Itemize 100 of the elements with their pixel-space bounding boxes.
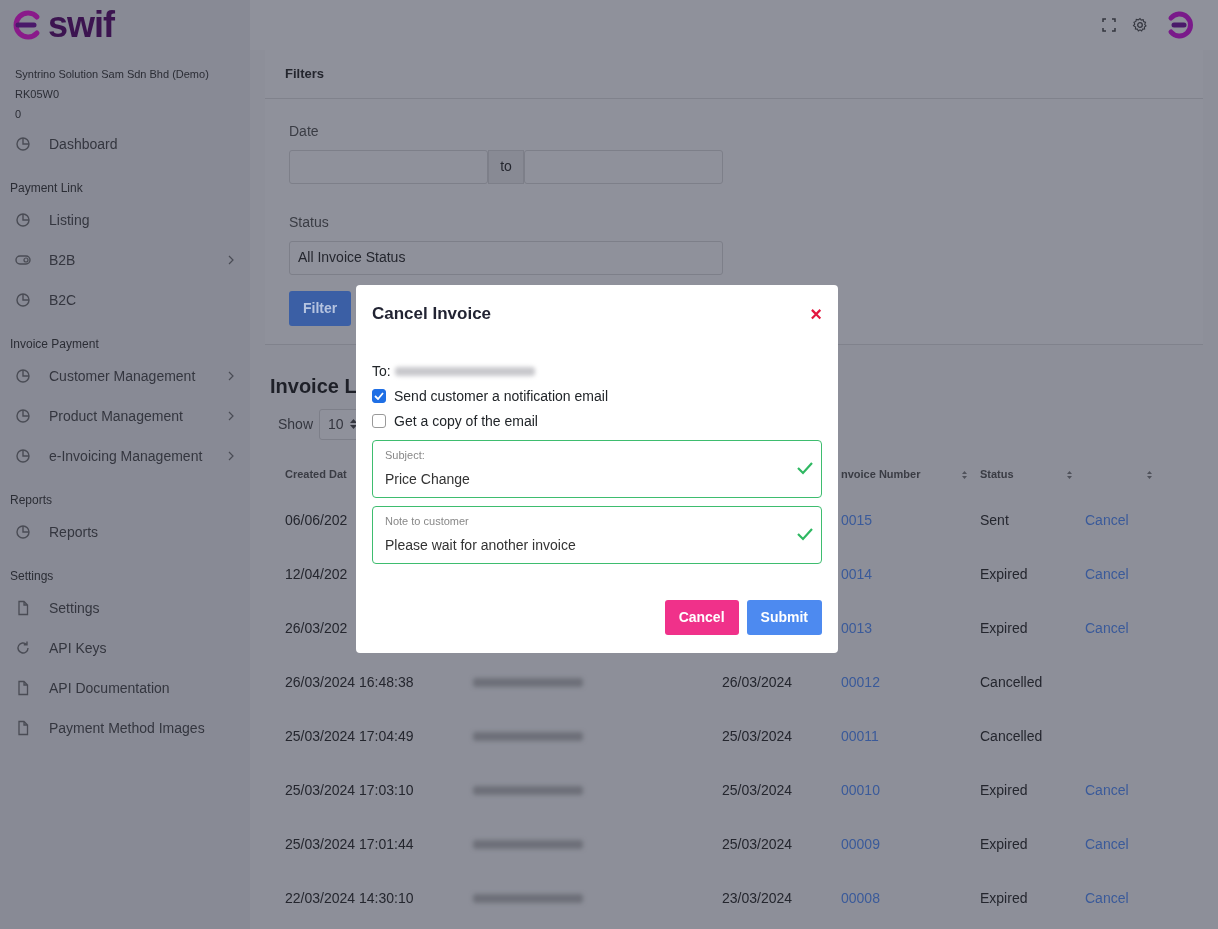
status-text: Expired xyxy=(980,781,1028,800)
pie-chart-icon xyxy=(15,368,31,384)
document-icon xyxy=(15,720,31,736)
filter-button[interactable]: Filter xyxy=(289,290,352,326)
modal-title: Cancel Invoice xyxy=(372,303,492,325)
sort-icon[interactable] xyxy=(1146,469,1153,480)
document-icon xyxy=(15,600,31,616)
pie-chart-icon xyxy=(15,136,31,152)
cancel-link[interactable]: Cancel xyxy=(1085,510,1129,531)
table-cell-text: 22/03/2024 14:30:10 xyxy=(285,889,414,908)
status-text: Expired xyxy=(980,565,1028,584)
toggle-icon xyxy=(15,252,31,268)
status-text: Cancelled xyxy=(980,727,1043,746)
cancel-button[interactable]: Cancel xyxy=(664,599,739,635)
checkbox-label: Get a copy of the email xyxy=(394,411,538,431)
fullscreen-icon[interactable] xyxy=(1102,18,1116,32)
sidebar-item[interactable]: Reports xyxy=(0,512,250,552)
sidebar-item[interactable]: B2C xyxy=(0,280,250,320)
table-cell-text: 25/03/2024 17:04:49 xyxy=(285,727,414,746)
column-header[interactable]: Created Dat xyxy=(285,466,347,483)
sidebar-item[interactable]: B2B xyxy=(0,240,250,280)
section-heading: Settings xyxy=(9,568,55,585)
cancel-link[interactable]: Cancel xyxy=(1085,564,1129,585)
show-label: Show xyxy=(278,414,314,434)
invoice-link[interactable]: 00010 xyxy=(841,780,880,801)
status-text: Expired xyxy=(980,889,1028,908)
pie-chart-icon xyxy=(15,524,31,540)
table-cell-text: 26/03/202 xyxy=(285,619,348,638)
table-cell-text: 25/03/2024 17:01:44 xyxy=(285,835,414,854)
close-button[interactable]: × xyxy=(810,303,822,324)
cancel-link[interactable]: Cancel xyxy=(1085,780,1129,801)
invoice-link[interactable]: 00012 xyxy=(841,672,880,693)
invoice-link[interactable]: 00011 xyxy=(841,726,879,747)
invoice-link[interactable]: 0013 xyxy=(841,618,873,639)
status-text: Expired xyxy=(980,619,1028,638)
section-title: Invoice L xyxy=(270,373,357,399)
submit-button[interactable]: Submit xyxy=(746,599,822,635)
checkbox-row[interactable]: Send customer a notification email xyxy=(372,385,822,407)
sidebar-item[interactable]: e-Invoicing Management xyxy=(0,436,250,476)
chevron-icon xyxy=(228,255,234,265)
table-cell-text: 26/03/2024 16:48:38 xyxy=(285,673,414,692)
company-name: Syntrino Solution Sam Sdn Bhd (Demo) xyxy=(15,67,210,82)
invoice-link[interactable]: 00009 xyxy=(841,834,880,855)
pie-chart-icon xyxy=(15,448,31,464)
status-select[interactable]: All Invoice Status xyxy=(289,240,723,275)
checkbox-label: Send customer a notification email xyxy=(394,386,608,406)
cancel-link[interactable]: Cancel xyxy=(1085,618,1129,639)
sidebar-item[interactable]: Product Management xyxy=(0,396,250,436)
cancel-link[interactable]: Cancel xyxy=(1085,888,1129,909)
sidebar-item[interactable]: Payment Method Images xyxy=(0,708,250,748)
table-cell-text: 25/03/2024 17:03:10 xyxy=(285,781,414,800)
chevron-icon xyxy=(228,411,234,421)
invoice-link[interactable]: 0014 xyxy=(841,564,873,585)
field-label: Subject: xyxy=(385,447,426,463)
refresh-icon xyxy=(15,640,31,656)
section-heading: Reports xyxy=(9,492,54,509)
column-header[interactable]: Status xyxy=(980,466,1014,483)
table-cell-text: 06/06/202 xyxy=(285,511,348,530)
logo-text: swif xyxy=(48,7,114,43)
sidebar-item[interactable]: API Documentation xyxy=(0,668,250,708)
invoice-link[interactable]: 00008 xyxy=(841,888,880,909)
field-value: Please wait for another invoice xyxy=(385,536,577,555)
sort-icon[interactable] xyxy=(961,469,968,480)
range-separator: to xyxy=(488,149,524,184)
document-icon xyxy=(15,680,31,696)
cancel-link[interactable]: Cancel xyxy=(1085,834,1129,855)
table-cell-text: 23/03/2024 xyxy=(722,889,793,908)
to-label: To: xyxy=(372,361,391,381)
note-field[interactable]: Note to customer Please wait for another invoice xyxy=(372,505,822,564)
invoice-link[interactable]: 0015 xyxy=(841,510,873,531)
table-cell-text: 12/04/202 xyxy=(285,565,348,584)
column-header[interactable]: nvoice Number xyxy=(841,466,921,483)
checkbox[interactable] xyxy=(372,414,386,428)
sidebar-item[interactable]: Customer Management xyxy=(0,356,250,396)
chevron-icon xyxy=(228,371,234,381)
table-cell-text: 25/03/2024 xyxy=(722,835,793,854)
checkbox[interactable] xyxy=(372,389,386,403)
balance-value: 0 xyxy=(15,107,23,122)
field-label: Note to customer xyxy=(385,513,470,529)
card-title: Filters xyxy=(265,50,1203,99)
status-text: Sent xyxy=(980,511,1009,530)
pie-chart-icon xyxy=(15,408,31,424)
pie-chart-icon xyxy=(15,212,31,228)
sidebar-item[interactable]: Listing xyxy=(0,200,250,240)
section-heading: Payment Link xyxy=(9,180,84,197)
pie-chart-icon xyxy=(15,292,31,308)
settings-icon[interactable] xyxy=(1132,17,1148,33)
field-label: Date xyxy=(289,121,320,141)
sidebar-item[interactable]: Settings xyxy=(0,588,250,628)
section-heading: Invoice Payment xyxy=(9,336,100,353)
sidebar-item[interactable]: API Keys xyxy=(0,628,250,668)
field-label: Status xyxy=(289,212,330,232)
subject-field[interactable]: Subject: Price Change xyxy=(372,439,822,498)
sort-icon[interactable] xyxy=(1066,469,1073,480)
field-value: Price Change xyxy=(385,470,471,489)
sidebar-item[interactable]: Dashboard xyxy=(0,124,250,164)
status-text: Cancelled xyxy=(980,673,1043,692)
chevron-icon xyxy=(228,451,234,461)
table-cell-text: 26/03/2024 xyxy=(722,673,793,692)
table-cell-text: 25/03/2024 xyxy=(722,781,793,800)
